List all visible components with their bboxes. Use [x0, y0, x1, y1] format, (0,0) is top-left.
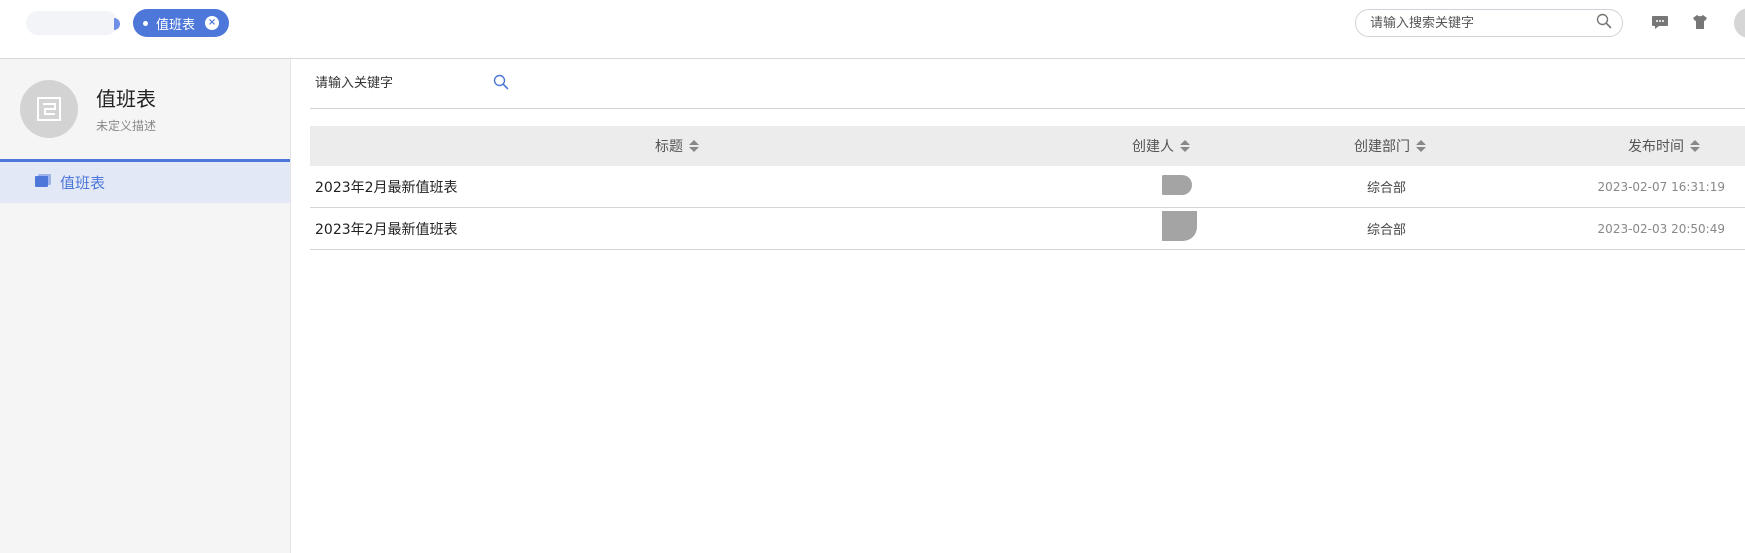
column-label: 创建人 — [1132, 139, 1174, 155]
table-header: 标题 创建人 创建部门 发布时间 — [310, 126, 1745, 166]
column-label: 发布时间 — [1628, 139, 1684, 155]
sidebar-item-label: 值班表 — [60, 174, 106, 192]
data-table: 标题 创建人 创建部门 发布时间 2023年2月最新值班表 综合部 2023-0… — [310, 126, 1745, 250]
table-row[interactable]: 2023年2月最新值班表 综合部 2023-02-07 16:31:19 — [310, 166, 1745, 208]
keyword-search — [310, 59, 1745, 109]
column-header-published[interactable]: 发布时间 — [1628, 126, 1700, 166]
theme-shirt-icon[interactable] — [1691, 13, 1709, 35]
global-search — [1355, 9, 1623, 37]
row-department: 综合部 — [1367, 181, 1407, 196]
close-icon[interactable]: × — [205, 16, 220, 30]
sidebar: 值班表 未定义描述 值班表 — [0, 59, 291, 553]
main-content: 标题 创建人 创建部门 发布时间 2023年2月最新值班表 综合部 2023-0… — [291, 59, 1745, 553]
row-title[interactable]: 2023年2月最新值班表 — [315, 208, 458, 249]
table-row[interactable]: 2023年2月最新值班表 综合部 2023-02-03 20:50:49 — [310, 208, 1745, 250]
row-published-time: 2023-02-03 20:50:49 — [1597, 221, 1725, 236]
blurred-tab[interactable] — [26, 11, 120, 35]
redacted-creator — [1162, 175, 1192, 195]
active-tab-chip[interactable]: 值班表 × — [133, 9, 230, 37]
sort-icon[interactable] — [1180, 140, 1190, 152]
app-description: 未定义描述 — [96, 119, 157, 133]
column-header-title[interactable]: 标题 — [655, 126, 699, 166]
column-header-department[interactable]: 创建部门 — [1354, 126, 1426, 166]
top-bar: 值班表 × — [0, 0, 1745, 59]
app-title: 值班表 — [96, 87, 156, 111]
tab-dot-icon — [143, 20, 148, 26]
column-label: 标题 — [655, 139, 683, 155]
column-label: 创建部门 — [1354, 139, 1410, 155]
row-department: 综合部 — [1367, 223, 1407, 238]
row-published-time: 2023-02-07 16:31:19 — [1597, 179, 1725, 194]
sort-icon[interactable] — [689, 140, 699, 152]
app-logo-icon — [20, 80, 78, 138]
column-header-creator[interactable]: 创建人 — [1132, 126, 1190, 166]
user-avatar[interactable] — [1734, 8, 1745, 38]
sort-icon[interactable] — [1416, 140, 1426, 152]
search-icon[interactable] — [1596, 13, 1612, 33]
global-search-input[interactable] — [1368, 14, 1596, 32]
row-title[interactable]: 2023年2月最新值班表 — [315, 166, 458, 207]
sidebar-item-duty-roster[interactable]: 值班表 — [0, 162, 290, 203]
active-tab-label: 值班表 — [156, 17, 196, 33]
redacted-creator — [1162, 211, 1197, 241]
folder-icon — [35, 173, 52, 192]
message-icon[interactable] — [1651, 13, 1669, 35]
keyword-search-input[interactable] — [313, 75, 492, 92]
search-icon[interactable] — [493, 74, 509, 94]
sort-icon[interactable] — [1690, 140, 1700, 152]
